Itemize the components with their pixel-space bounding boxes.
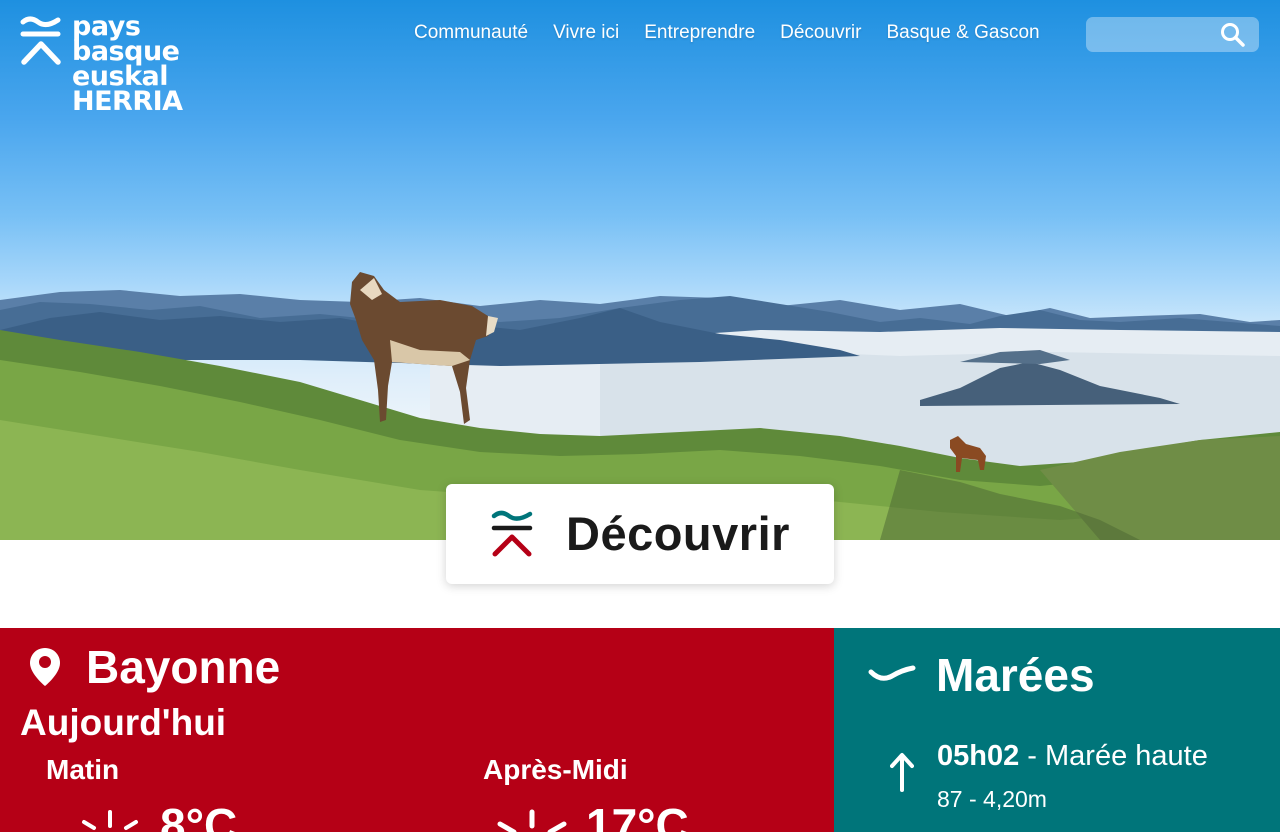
search-icon[interactable] bbox=[1220, 22, 1246, 48]
nav-item-entreprendre[interactable]: Entreprendre bbox=[644, 22, 755, 44]
main-nav: Communauté Vivre ici Entreprendre Découv… bbox=[414, 22, 1065, 44]
weather-afternoon-label: Après-Midi bbox=[483, 754, 628, 785]
logo-line: HERRIA bbox=[72, 86, 183, 117]
page-title: Découvrir bbox=[566, 507, 790, 560]
tide-time: 05h02 bbox=[937, 740, 1020, 772]
site-logo[interactable]: pays basque euskal HERRIA bbox=[20, 13, 220, 124]
arrow-up-icon bbox=[890, 753, 914, 792]
nav-item-vivre-ici[interactable]: Vivre ici bbox=[553, 22, 619, 44]
search-input[interactable] bbox=[1094, 21, 1214, 48]
section-title-card: Découvrir bbox=[446, 484, 834, 584]
tide-detail: 87 - 4,20m bbox=[937, 786, 1047, 812]
weather-day: Aujourd'hui bbox=[20, 702, 227, 743]
nav-item-basque-gascon[interactable]: Basque & Gascon bbox=[886, 22, 1039, 44]
weather-morning-temp: 8°C bbox=[160, 799, 238, 832]
logo-mark-icon bbox=[20, 16, 61, 65]
tides-panel: Marées 05h02 - Marée haute 87 - 4,20m bbox=[834, 628, 1280, 832]
tide-type: - Marée haute bbox=[1027, 740, 1208, 772]
wave-icon bbox=[868, 665, 916, 681]
tides-title: Marées bbox=[936, 649, 1095, 701]
weather-morning-label: Matin bbox=[46, 754, 120, 785]
logo-wordmark: pays basque euskal HERRIA bbox=[72, 13, 183, 117]
sun-icon bbox=[82, 810, 138, 830]
sun-icon bbox=[497, 809, 567, 832]
search-box bbox=[1086, 17, 1259, 52]
weather-afternoon-temp: 17°C bbox=[586, 799, 689, 832]
tide-entry: 05h02 - Marée haute bbox=[937, 740, 1208, 773]
weather-panel: Bayonne Aujourd'hui Matin 8°C Après-Midi… bbox=[0, 628, 834, 832]
weather-city: Bayonne bbox=[86, 641, 281, 693]
location-pin-icon bbox=[30, 648, 60, 686]
nav-item-decouvrir[interactable]: Découvrir bbox=[780, 22, 861, 44]
basque-mark-icon bbox=[491, 510, 533, 557]
nav-item-communaute[interactable]: Communauté bbox=[414, 22, 528, 44]
